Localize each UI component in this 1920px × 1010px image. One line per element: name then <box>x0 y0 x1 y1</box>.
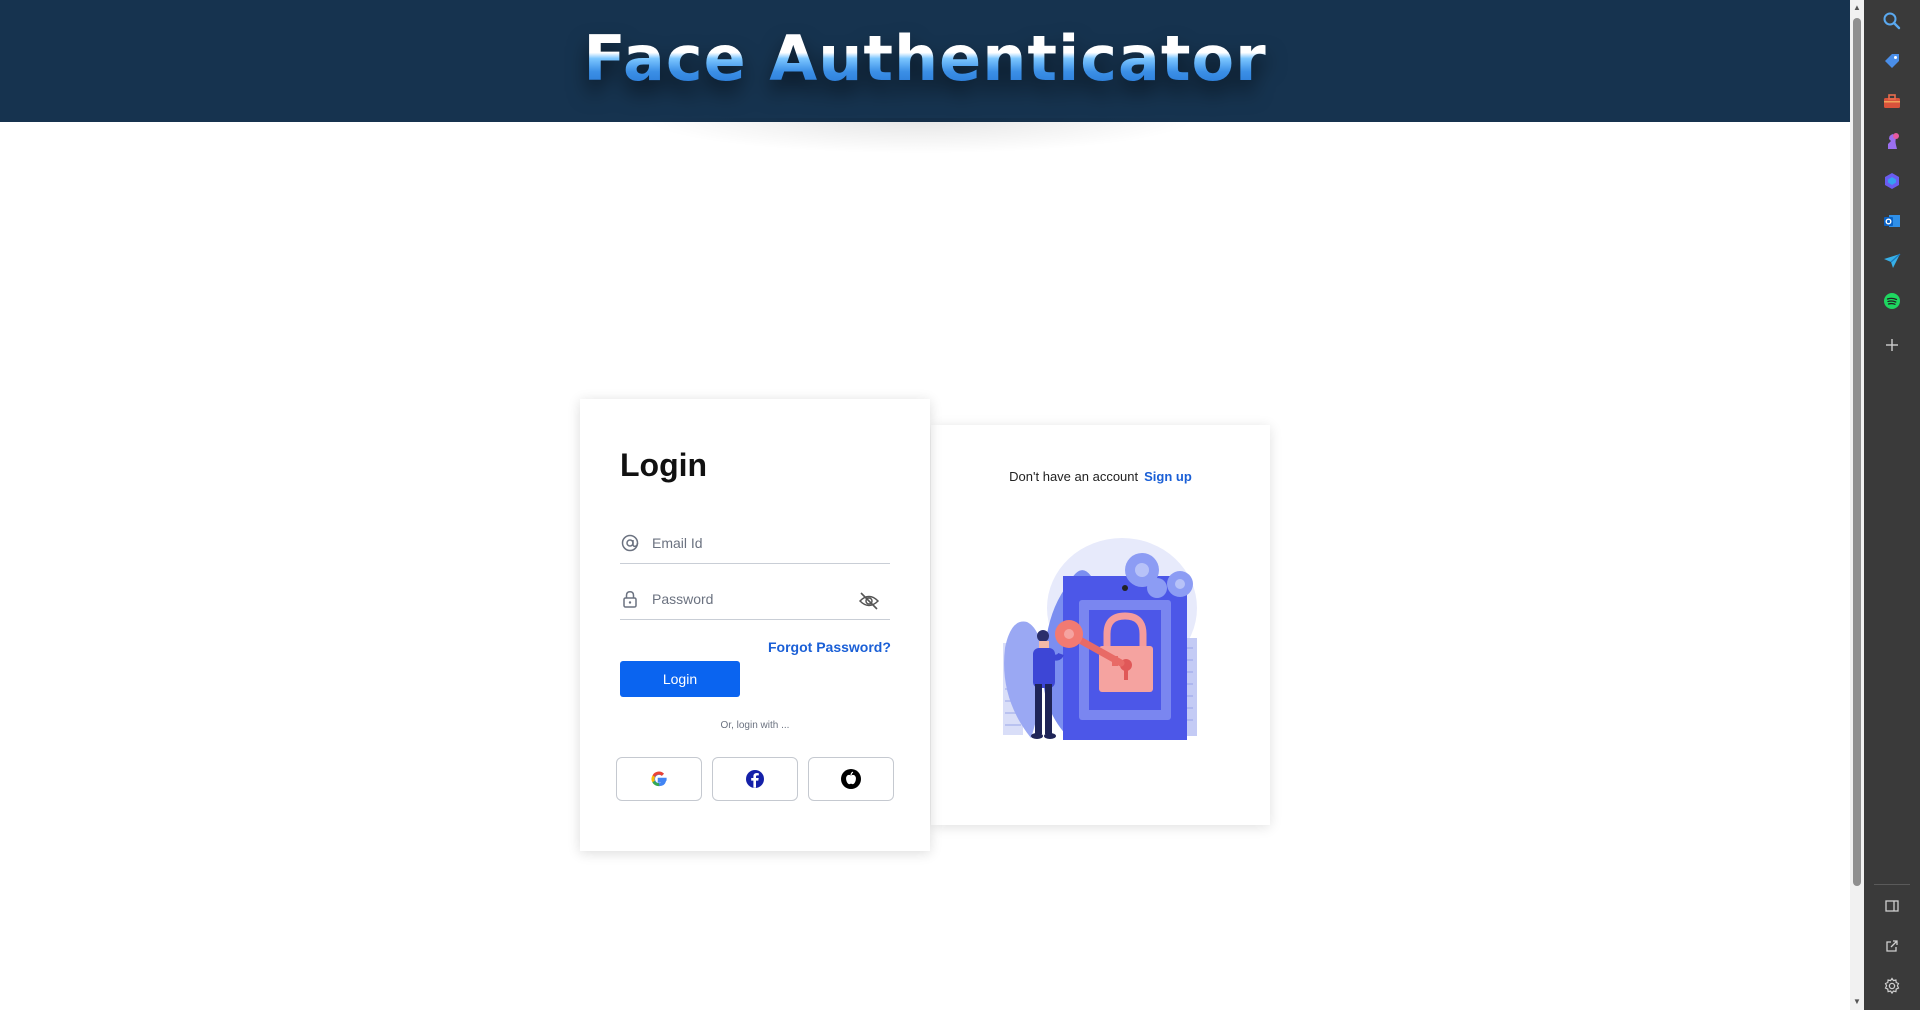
eye-off-icon[interactable] <box>858 591 880 611</box>
google-login-button[interactable] <box>616 757 702 801</box>
email-input[interactable] <box>650 529 854 557</box>
send-icon[interactable] <box>1880 249 1904 273</box>
toolbox-icon[interactable] <box>1880 89 1904 113</box>
social-login-label: Or, login with ... <box>720 720 790 731</box>
outlook-icon[interactable] <box>1880 209 1904 233</box>
login-title: Login <box>620 447 708 483</box>
scroll-thumb[interactable] <box>1853 18 1861 886</box>
password-input[interactable] <box>650 585 854 613</box>
at-sign-icon <box>621 534 639 552</box>
password-field <box>620 579 890 620</box>
scroll-up-arrow-icon[interactable]: ▲ <box>1852 3 1862 13</box>
settings-icon[interactable] <box>1880 974 1904 998</box>
chess-icon[interactable] <box>1880 129 1904 153</box>
forgot-password-link[interactable]: Forgot Password? <box>768 639 891 655</box>
signup-link[interactable]: Sign up <box>1144 469 1192 484</box>
page-scrollbar[interactable]: ▲ ▼ <box>1850 0 1864 1010</box>
header-shadow <box>640 118 1200 154</box>
apple-icon <box>841 769 861 789</box>
facebook-icon <box>746 770 764 788</box>
google-icon <box>651 771 667 787</box>
apple-login-button[interactable] <box>808 757 894 801</box>
scroll-down-arrow-icon[interactable]: ▼ <box>1852 997 1862 1007</box>
sidebar-toggle-icon[interactable] <box>1880 894 1904 918</box>
external-link-icon[interactable] <box>1880 934 1904 958</box>
signup-prompt: Don't have an account <box>1009 469 1139 484</box>
copilot-icon[interactable] <box>1880 169 1904 193</box>
spotify-icon[interactable] <box>1880 289 1904 313</box>
sidebar-divider <box>1874 884 1910 885</box>
search-icon[interactable] <box>1880 9 1904 33</box>
lock-icon <box>623 591 637 608</box>
signup-prompt-row: Don't have an account Sign up <box>931 469 1270 484</box>
app-title: Face Authenticator <box>0 22 1850 95</box>
signup-card: Don't have an account Sign up <box>931 425 1270 825</box>
tag-icon[interactable] <box>1880 49 1904 73</box>
login-card: Login Forgot Password? Login <box>580 399 930 851</box>
email-field <box>620 523 890 564</box>
page: Face Authenticator Login Email Id Forgot… <box>0 0 1850 1010</box>
add-icon[interactable] <box>1880 333 1904 357</box>
browser-sidebar <box>1864 0 1920 1010</box>
security-lock-illustration <box>1003 538 1197 740</box>
login-button[interactable]: Login <box>620 661 740 697</box>
facebook-login-button[interactable] <box>712 757 798 801</box>
header-banner: Face Authenticator <box>0 0 1850 122</box>
